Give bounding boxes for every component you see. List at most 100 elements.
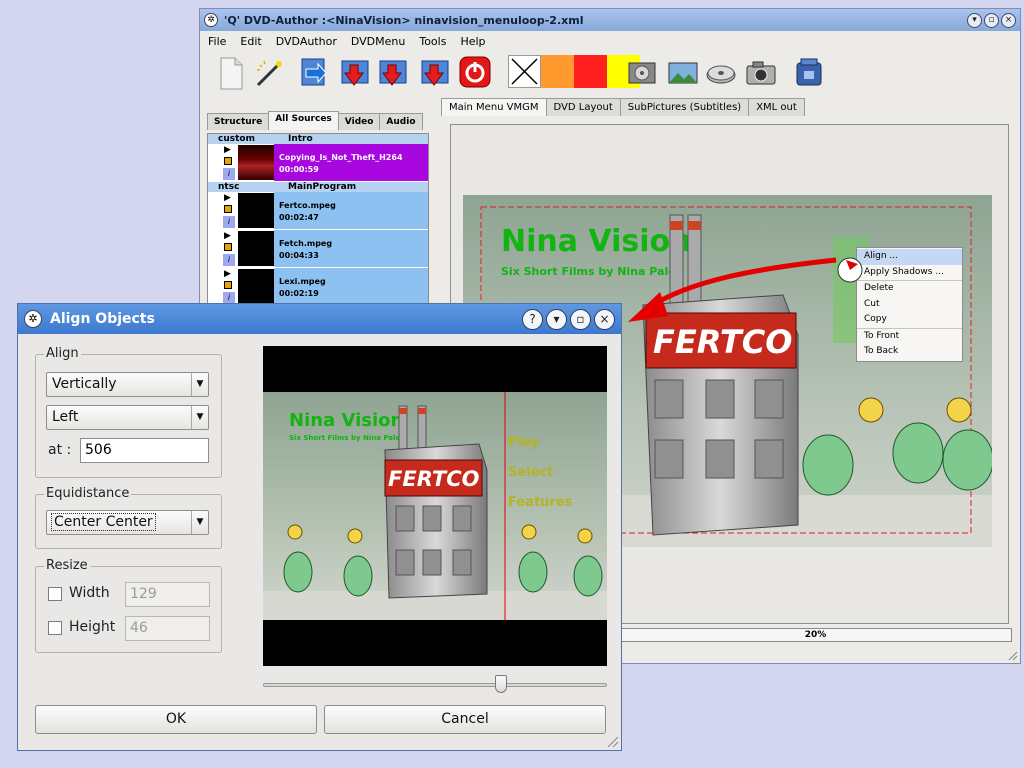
- source-name: Copying_Is_Not_Theft_H264: [279, 153, 403, 162]
- tab-video[interactable]: Video: [337, 113, 381, 130]
- preview-button-features: Features: [508, 495, 573, 510]
- video-thumbnail: [238, 269, 274, 304]
- resize-grip-icon[interactable]: [605, 734, 619, 748]
- shade-button[interactable]: ▾: [967, 12, 982, 28]
- tab-structure[interactable]: Structure: [207, 113, 270, 130]
- align-objects-dialog: ✲ Align Objects ? ▾ ▫ × Align Vertically…: [17, 303, 622, 751]
- source-row[interactable]: ▶ i Fertco.mpeg 00:02:47: [208, 192, 428, 230]
- dialog-titlebar: ✲ Align Objects ? ▾ ▫ ×: [18, 304, 621, 334]
- tab-dvd-layout[interactable]: DVD Layout: [545, 98, 621, 116]
- stop-icon[interactable]: [224, 205, 232, 213]
- menu-dvdauthor[interactable]: DVDAuthor: [274, 34, 339, 49]
- progress-label: 20%: [804, 630, 827, 640]
- maximize-button[interactable]: ▫: [570, 308, 591, 330]
- camera-icon[interactable]: [744, 55, 778, 91]
- tab-xml-out[interactable]: XML out: [748, 98, 805, 116]
- disc-icon[interactable]: [704, 55, 738, 91]
- chevron-down-icon: ▼: [191, 373, 208, 396]
- chevron-down-icon: ▼: [191, 511, 208, 534]
- image-landscape-icon[interactable]: [666, 55, 700, 91]
- source-name: Fetch.mpeg: [279, 239, 333, 248]
- source-duration: 00:02:19: [279, 289, 319, 298]
- app-menu-icon[interactable]: ✲: [24, 310, 42, 328]
- menu-delete[interactable]: Delete: [857, 281, 962, 297]
- cancel-button[interactable]: Cancel: [324, 705, 606, 734]
- play-icon[interactable]: ▶: [224, 145, 231, 155]
- height-input[interactable]: 46: [125, 616, 210, 641]
- source-row[interactable]: ▶ i Fetch.mpeg 00:04:33: [208, 230, 428, 268]
- ok-button[interactable]: OK: [35, 705, 317, 734]
- menu-tools[interactable]: Tools: [417, 34, 448, 49]
- add-subtitle-icon[interactable]: [418, 55, 452, 91]
- menu-edit[interactable]: Edit: [238, 34, 263, 49]
- tab-main-menu-vmgm[interactable]: Main Menu VMGM: [441, 98, 547, 116]
- stop-icon[interactable]: [224, 281, 232, 289]
- quit-power-icon[interactable]: [458, 55, 492, 91]
- at-input[interactable]: 506: [80, 438, 209, 463]
- align-position-select[interactable]: Left ▼: [46, 405, 209, 430]
- source-row[interactable]: ▶ i Lexi.mpeg 00:02:19: [208, 268, 428, 306]
- group-row[interactable]: ntsc MainProgram: [208, 182, 428, 192]
- progress-bar: 20%: [619, 628, 1012, 642]
- menu-copy[interactable]: Copy: [857, 312, 962, 328]
- menu-dvdmenu[interactable]: DVDMenu: [349, 34, 407, 49]
- play-icon[interactable]: ▶: [224, 231, 231, 241]
- color-swatch-white[interactable]: [508, 55, 541, 88]
- group-label: Intro: [288, 134, 313, 144]
- close-button[interactable]: ×: [594, 308, 615, 330]
- movie-frame-icon[interactable]: [626, 55, 660, 91]
- menu-help[interactable]: Help: [458, 34, 487, 49]
- menu-cut[interactable]: Cut: [857, 297, 962, 313]
- video-thumbnail: [238, 193, 274, 228]
- burn-disc-icon[interactable]: [792, 55, 826, 91]
- add-video-icon[interactable]: [338, 55, 372, 91]
- at-label: at :: [48, 442, 72, 458]
- close-button[interactable]: ×: [1001, 12, 1016, 28]
- color-swatch-orange[interactable]: [541, 55, 574, 88]
- align-direction-select[interactable]: Vertically ▼: [46, 372, 209, 397]
- preview-building-sign: FERTCO: [388, 467, 480, 491]
- menu-to-front[interactable]: To Front: [857, 329, 962, 345]
- work-tabs: Main Menu VMGM DVD Layout SubPictures (S…: [441, 98, 805, 116]
- tab-audio[interactable]: Audio: [379, 113, 423, 130]
- equidistance-group-label: Equidistance: [44, 486, 132, 501]
- play-icon[interactable]: ▶: [224, 269, 231, 279]
- menu-align[interactable]: Align ...: [857, 249, 962, 265]
- source-row[interactable]: ▶ i Copying_Is_Not_Theft_H264 00:00:59: [208, 144, 428, 182]
- preview-subtitle: Six Short Films by Nina Paley: [289, 434, 405, 442]
- align-preview: Nina Vision Six Short Films by Nina Pale…: [263, 346, 607, 666]
- preview-button-play: Play: [508, 435, 539, 450]
- group-label: MainProgram: [288, 182, 357, 192]
- info-icon[interactable]: i: [223, 168, 235, 180]
- info-icon[interactable]: i: [223, 254, 235, 266]
- zoom-slider-track[interactable]: [263, 683, 607, 687]
- stop-icon[interactable]: [224, 243, 232, 251]
- stop-icon[interactable]: [224, 157, 232, 165]
- width-checkbox[interactable]: [48, 587, 62, 601]
- equidistance-select[interactable]: Center Center ▼: [46, 510, 209, 535]
- zoom-slider-handle[interactable]: [495, 675, 507, 693]
- menu-to-back[interactable]: To Back: [857, 344, 962, 360]
- video-thumbnail: [238, 145, 274, 180]
- color-swatch-red[interactable]: [574, 55, 607, 88]
- import-arrow-icon[interactable]: [296, 55, 330, 91]
- maximize-button[interactable]: ▫: [984, 12, 999, 28]
- play-icon[interactable]: ▶: [224, 193, 231, 203]
- help-button[interactable]: ?: [522, 308, 543, 330]
- add-audio-icon[interactable]: [376, 55, 410, 91]
- tab-subpictures[interactable]: SubPictures (Subtitles): [619, 98, 750, 116]
- tab-all-sources[interactable]: All Sources: [268, 111, 339, 130]
- chevron-down-icon: ▼: [191, 406, 208, 429]
- source-duration: 00:02:47: [279, 213, 319, 222]
- resize-grip-icon[interactable]: [1006, 649, 1018, 661]
- app-menu-icon[interactable]: ✲: [204, 13, 218, 27]
- menu-file[interactable]: File: [206, 34, 228, 49]
- menu-apply-shadows[interactable]: Apply Shadows ...: [857, 265, 962, 281]
- height-checkbox[interactable]: [48, 621, 62, 635]
- new-file-icon[interactable]: [214, 55, 248, 91]
- width-input[interactable]: 129: [125, 582, 210, 607]
- shade-button[interactable]: ▾: [546, 308, 567, 330]
- info-icon[interactable]: i: [223, 216, 235, 228]
- group-row[interactable]: custom Intro: [208, 134, 428, 144]
- wizard-wand-icon[interactable]: [252, 55, 286, 91]
